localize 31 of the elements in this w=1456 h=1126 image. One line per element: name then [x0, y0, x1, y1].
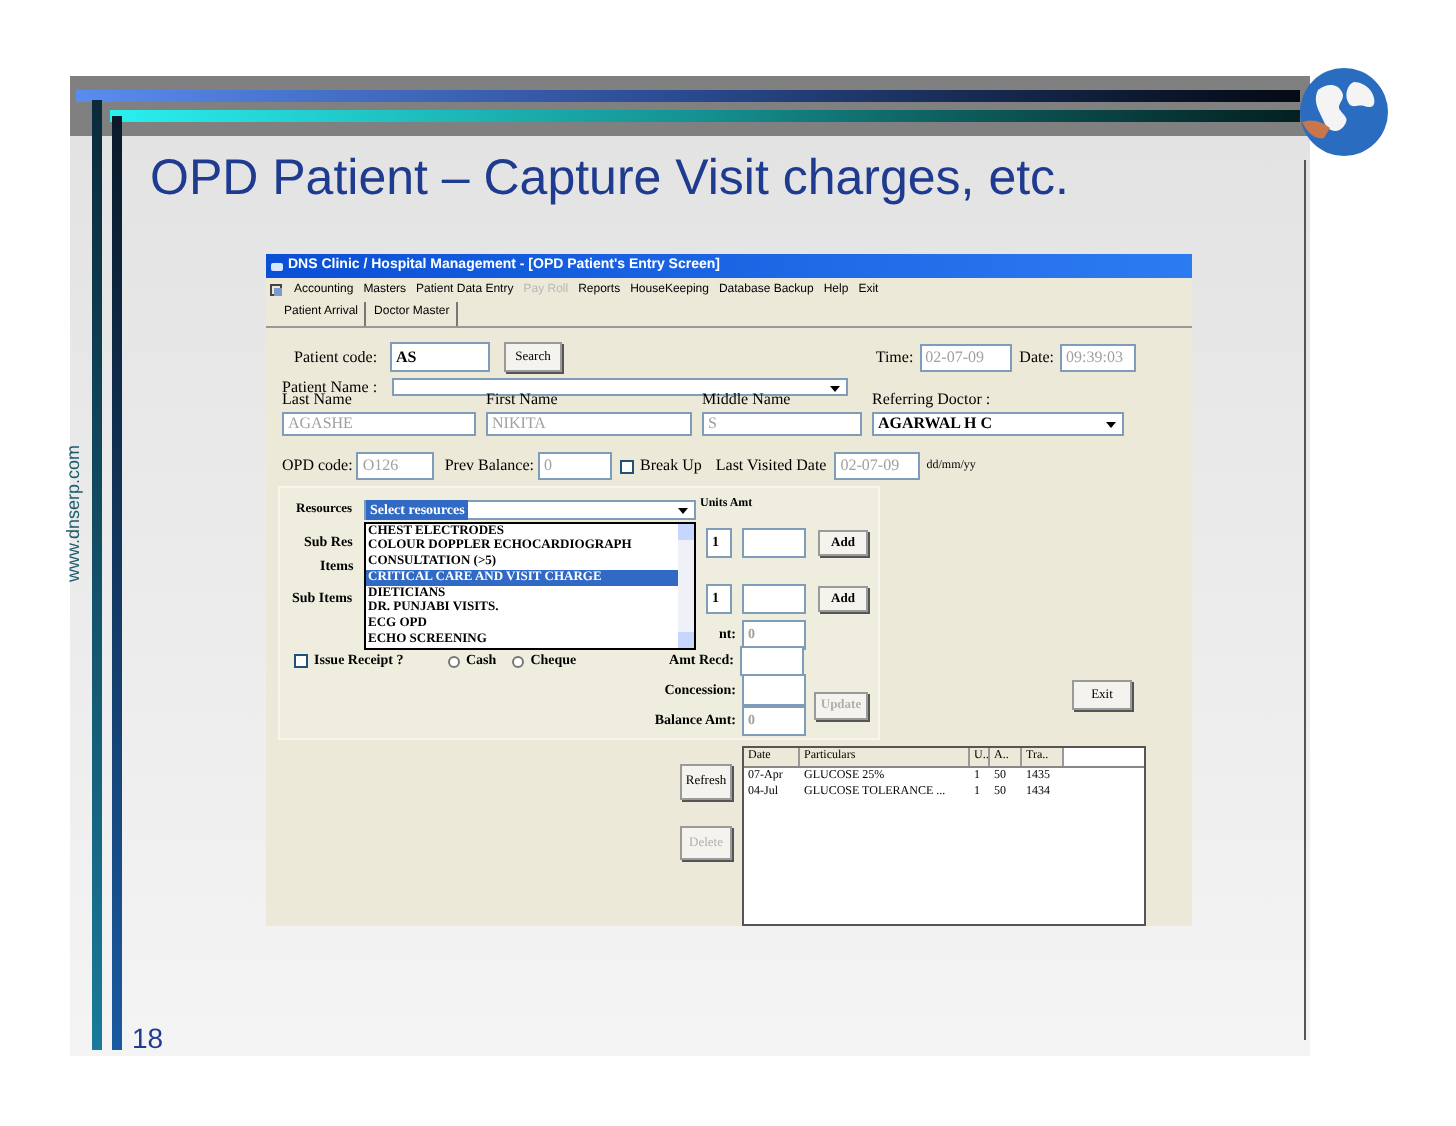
amount-field[interactable]	[742, 528, 806, 558]
amount-received-field[interactable]	[740, 646, 804, 676]
dropdown-arrow-icon	[1102, 416, 1120, 432]
field-label: Referring Doctor :	[872, 388, 991, 412]
field-label: First Name	[486, 388, 560, 412]
field-label: Time:	[875, 345, 914, 369]
menu-app-icon	[270, 283, 284, 297]
checkbox[interactable]	[619, 459, 634, 473]
scrollbar[interactable]	[678, 524, 694, 648]
field-label: Last Visited Date	[715, 454, 827, 478]
patient-code-field[interactable]: AS	[390, 342, 490, 372]
field-label: Last Name	[282, 390, 352, 412]
field-label: Break Up	[639, 454, 702, 478]
side-url-text: www.dnserp.com	[60, 442, 85, 587]
field-label: Prev Balance:	[444, 454, 534, 478]
referring-doctor-dropdown[interactable]: AGARWAL H C	[872, 412, 1124, 436]
dropdown-arrow-icon	[674, 502, 692, 518]
concession-field[interactable]	[742, 674, 806, 706]
amount-field[interactable]	[742, 584, 806, 614]
radio-button[interactable]	[448, 655, 460, 667]
field-label: Middle Name	[702, 388, 793, 412]
app-icon	[270, 259, 284, 274]
globe-icon	[1298, 66, 1390, 158]
page-number: 18	[132, 1020, 164, 1058]
field-label: OPD code:	[282, 454, 353, 478]
patient-name-dropdown[interactable]	[392, 378, 848, 396]
field-label: Date:	[1019, 345, 1054, 369]
slide-title: OPD Patient – Capture Visit charges, etc.	[150, 148, 1071, 210]
field-label: Patient code:	[294, 345, 380, 369]
checkbox[interactable]	[294, 654, 308, 668]
radio-button[interactable]	[512, 655, 525, 667]
